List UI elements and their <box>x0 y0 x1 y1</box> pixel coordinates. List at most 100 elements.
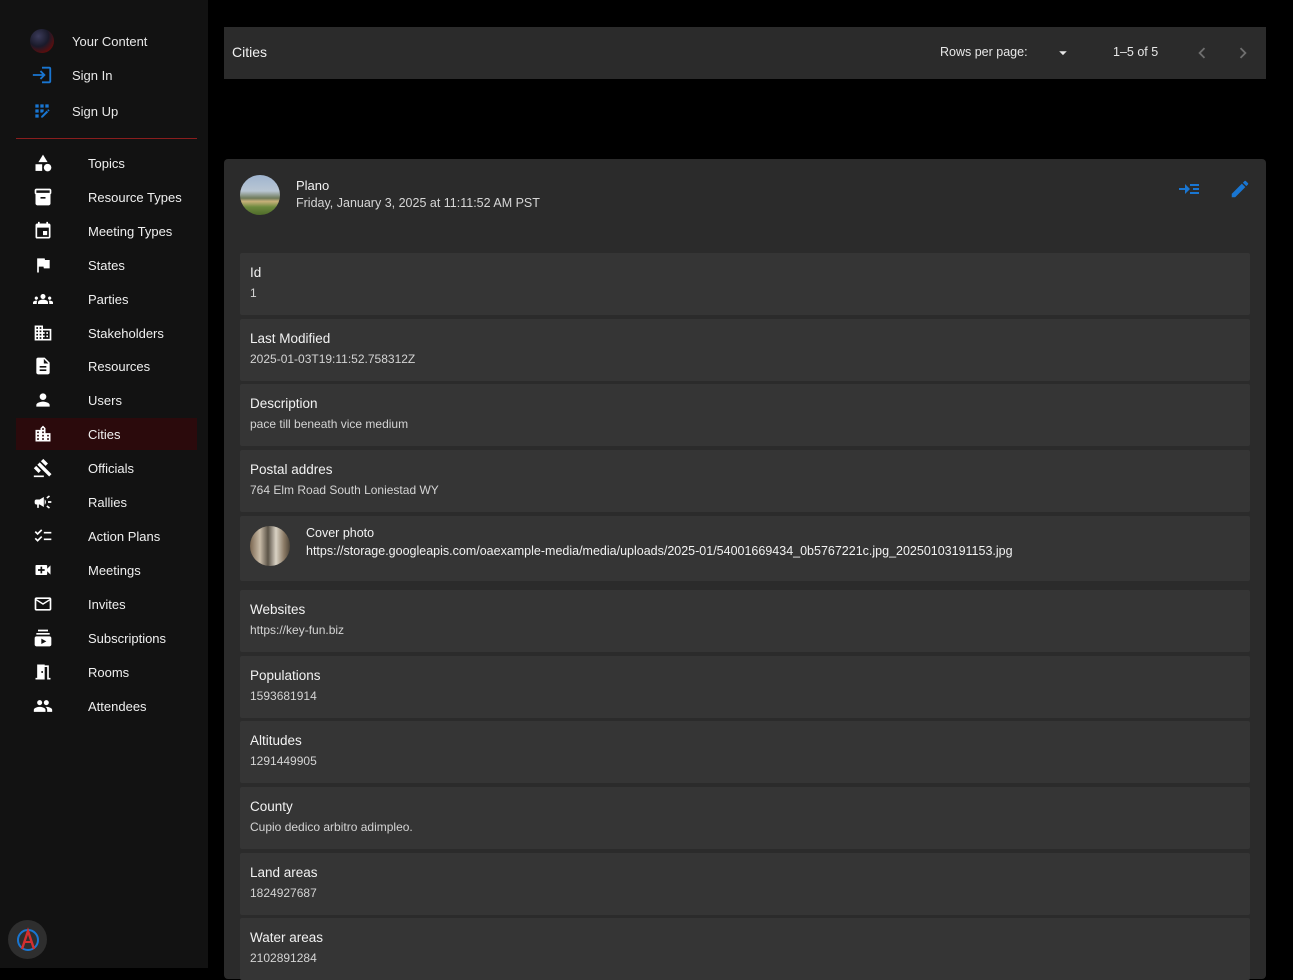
previous-page-button[interactable] <box>1190 41 1214 65</box>
flag-icon <box>33 255 53 275</box>
checklist-icon <box>33 526 53 546</box>
avatar-icon <box>30 29 54 53</box>
sidebar-item-stakeholders[interactable]: Stakeholders <box>16 317 197 349</box>
sidebar-item-label: Users <box>88 392 122 408</box>
field-label: Land areas <box>250 865 318 880</box>
location-city-icon <box>33 424 53 444</box>
gavel-icon <box>33 458 53 478</box>
chevron-left-icon <box>1198 47 1206 59</box>
field-label: Cover photo <box>306 526 375 540</box>
field-value: 1 <box>250 286 257 300</box>
field-land-areas: Land areas 1824927687 <box>240 853 1250 915</box>
record-timestamp: Friday, January 3, 2025 at 11:11:52 AM P… <box>296 196 540 210</box>
field-value: 2102891284 <box>250 951 317 965</box>
category-icon <box>33 153 53 173</box>
sidebar-item-topics[interactable]: Topics <box>16 147 197 179</box>
cover-photo-url: https://storage.googleapis.com/oaexample… <box>306 544 1013 558</box>
field-value: pace till beneath vice medium <box>250 417 409 431</box>
door-icon <box>33 662 53 682</box>
sidebar-item-cities[interactable]: Cities <box>16 418 197 450</box>
archive-icon <box>33 187 53 207</box>
table-toolbar: Cities Rows per page: 1–5 of 5 <box>224 27 1266 79</box>
video-call-icon <box>33 560 53 580</box>
field-county: County Cupio dedico arbitro adimpleo. <box>240 787 1250 849</box>
sidebar-item-invites[interactable]: Invites <box>16 588 197 620</box>
sidebar-item-resources[interactable]: Resources <box>16 350 197 382</box>
chevron-right-icon <box>1239 47 1247 59</box>
sidebar-item-label: Subscriptions <box>88 630 167 646</box>
city-avatar <box>240 175 280 215</box>
sidebar-item-resource-types[interactable]: Resource Types <box>16 181 197 213</box>
field-water-areas: Water areas 2102891284 <box>240 918 1250 980</box>
record-title: Plano <box>296 178 330 193</box>
account-sign-up[interactable]: Sign Up <box>30 99 118 123</box>
account-your-content[interactable]: Your Content <box>30 29 147 53</box>
sidebar: Your Content Sign In Sign Up Topics Reso… <box>0 0 208 968</box>
rows-per-page-select[interactable] <box>1050 41 1076 65</box>
sidebar-item-meeting-types[interactable]: Meeting Types <box>16 215 197 247</box>
groups-icon <box>33 289 53 309</box>
sidebar-item-label: Topics <box>88 155 125 171</box>
brand-logo-icon <box>16 926 39 951</box>
field-label: County <box>250 799 293 814</box>
field-label: Postal addres <box>250 462 333 477</box>
sidebar-item-label: Stakeholders <box>88 325 164 341</box>
account-item-label: Your Content <box>72 33 148 49</box>
edit-button[interactable] <box>1228 177 1252 201</box>
brand-logo-button[interactable] <box>8 920 47 959</box>
sidebar-item-rooms[interactable]: Rooms <box>16 656 197 688</box>
view-details-button[interactable] <box>1177 177 1201 201</box>
sidebar-item-label: Cities <box>88 426 121 442</box>
login-icon <box>30 63 54 87</box>
field-label: Id <box>250 265 262 280</box>
sidebar-divider <box>16 138 197 139</box>
field-value: 1291449905 <box>250 754 317 768</box>
field-label: Altitudes <box>250 733 302 748</box>
field-label: Websites <box>250 602 306 617</box>
sidebar-item-action-plans[interactable]: Action Plans <box>16 520 197 552</box>
sidebar-item-label: Invites <box>88 596 126 612</box>
sidebar-item-label: Action Plans <box>88 528 161 544</box>
sidebar-item-attendees[interactable]: Attendees <box>16 690 197 722</box>
sidebar-item-label: States <box>88 257 125 273</box>
edit-icon <box>1231 180 1249 198</box>
subscriptions-icon <box>33 628 53 648</box>
mail-icon <box>33 594 53 614</box>
field-label: Water areas <box>250 930 324 945</box>
field-postal-address: Postal addres 764 Elm Road South Loniest… <box>240 450 1250 512</box>
field-label: Last Modified <box>250 331 331 346</box>
sidebar-item-label: Resources <box>88 358 151 374</box>
sidebar-item-subscriptions[interactable]: Subscriptions <box>16 622 197 654</box>
sidebar-item-meetings[interactable]: Meetings <box>16 554 197 586</box>
website-link[interactable]: https://key-fun.biz <box>250 623 344 637</box>
sidebar-item-states[interactable]: States <box>16 249 197 281</box>
sidebar-item-officials[interactable]: Officials <box>16 452 197 484</box>
field-last-modified: Last Modified 2025-01-03T19:11:52.758312… <box>240 319 1250 381</box>
field-value: 1593681914 <box>250 689 317 703</box>
account-sign-in[interactable]: Sign In <box>30 63 112 87</box>
field-label: Populations <box>250 668 321 683</box>
field-websites: Websites https://key-fun.biz <box>240 590 1250 652</box>
sidebar-item-parties[interactable]: Parties <box>16 283 197 315</box>
cover-photo-thumbnail[interactable] <box>250 526 290 566</box>
campaign-icon <box>33 492 53 512</box>
field-id: Id 1 <box>240 253 1250 315</box>
sidebar-item-label: Attendees <box>88 698 147 714</box>
field-label: Description <box>250 396 318 411</box>
record-card: Plano Friday, January 3, 2025 at 11:11:5… <box>224 159 1266 980</box>
person-icon <box>33 390 53 410</box>
sidebar-item-users[interactable]: Users <box>16 384 197 416</box>
sidebar-item-label: Meeting Types <box>88 223 173 239</box>
field-populations: Populations 1593681914 <box>240 656 1250 718</box>
domain-icon <box>33 323 53 343</box>
rows-per-page-label: Rows per page: <box>940 45 1028 59</box>
next-page-button[interactable] <box>1231 41 1255 65</box>
sidebar-item-label: Rallies <box>88 494 128 510</box>
field-value: Cupio dedico arbitro adimpleo. <box>250 820 413 834</box>
account-item-label: Sign Up <box>72 103 119 119</box>
sidebar-item-label: Parties <box>88 291 129 307</box>
event-icon <box>33 221 53 241</box>
sidebar-item-rallies[interactable]: Rallies <box>16 486 197 518</box>
dropdown-arrow-icon <box>1059 51 1067 56</box>
field-cover-photo: Cover photo https://storage.googleapis.c… <box>240 516 1250 581</box>
